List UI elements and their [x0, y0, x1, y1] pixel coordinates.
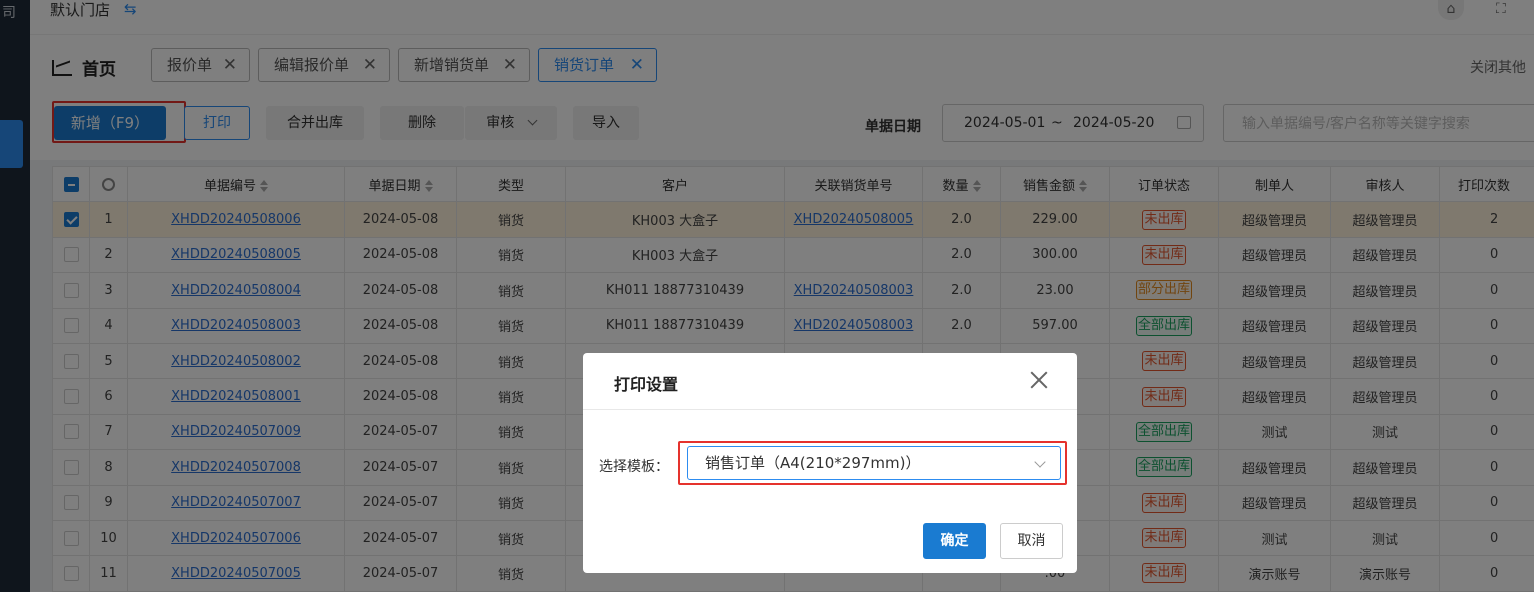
dialog-divider [583, 409, 1077, 410]
confirm-button[interactable]: 确定 [923, 523, 986, 559]
close-icon[interactable] [1029, 370, 1049, 390]
cancel-button[interactable]: 取消 [1000, 523, 1063, 559]
dialog-title: 打印设置 [614, 375, 679, 394]
print-settings-dialog: 打印设置 选择模板： 销售订单（A4(210*297mm)） 确定 取消 [583, 353, 1077, 573]
highlight-box-template [678, 441, 1067, 485]
template-label: 选择模板： [599, 459, 669, 475]
